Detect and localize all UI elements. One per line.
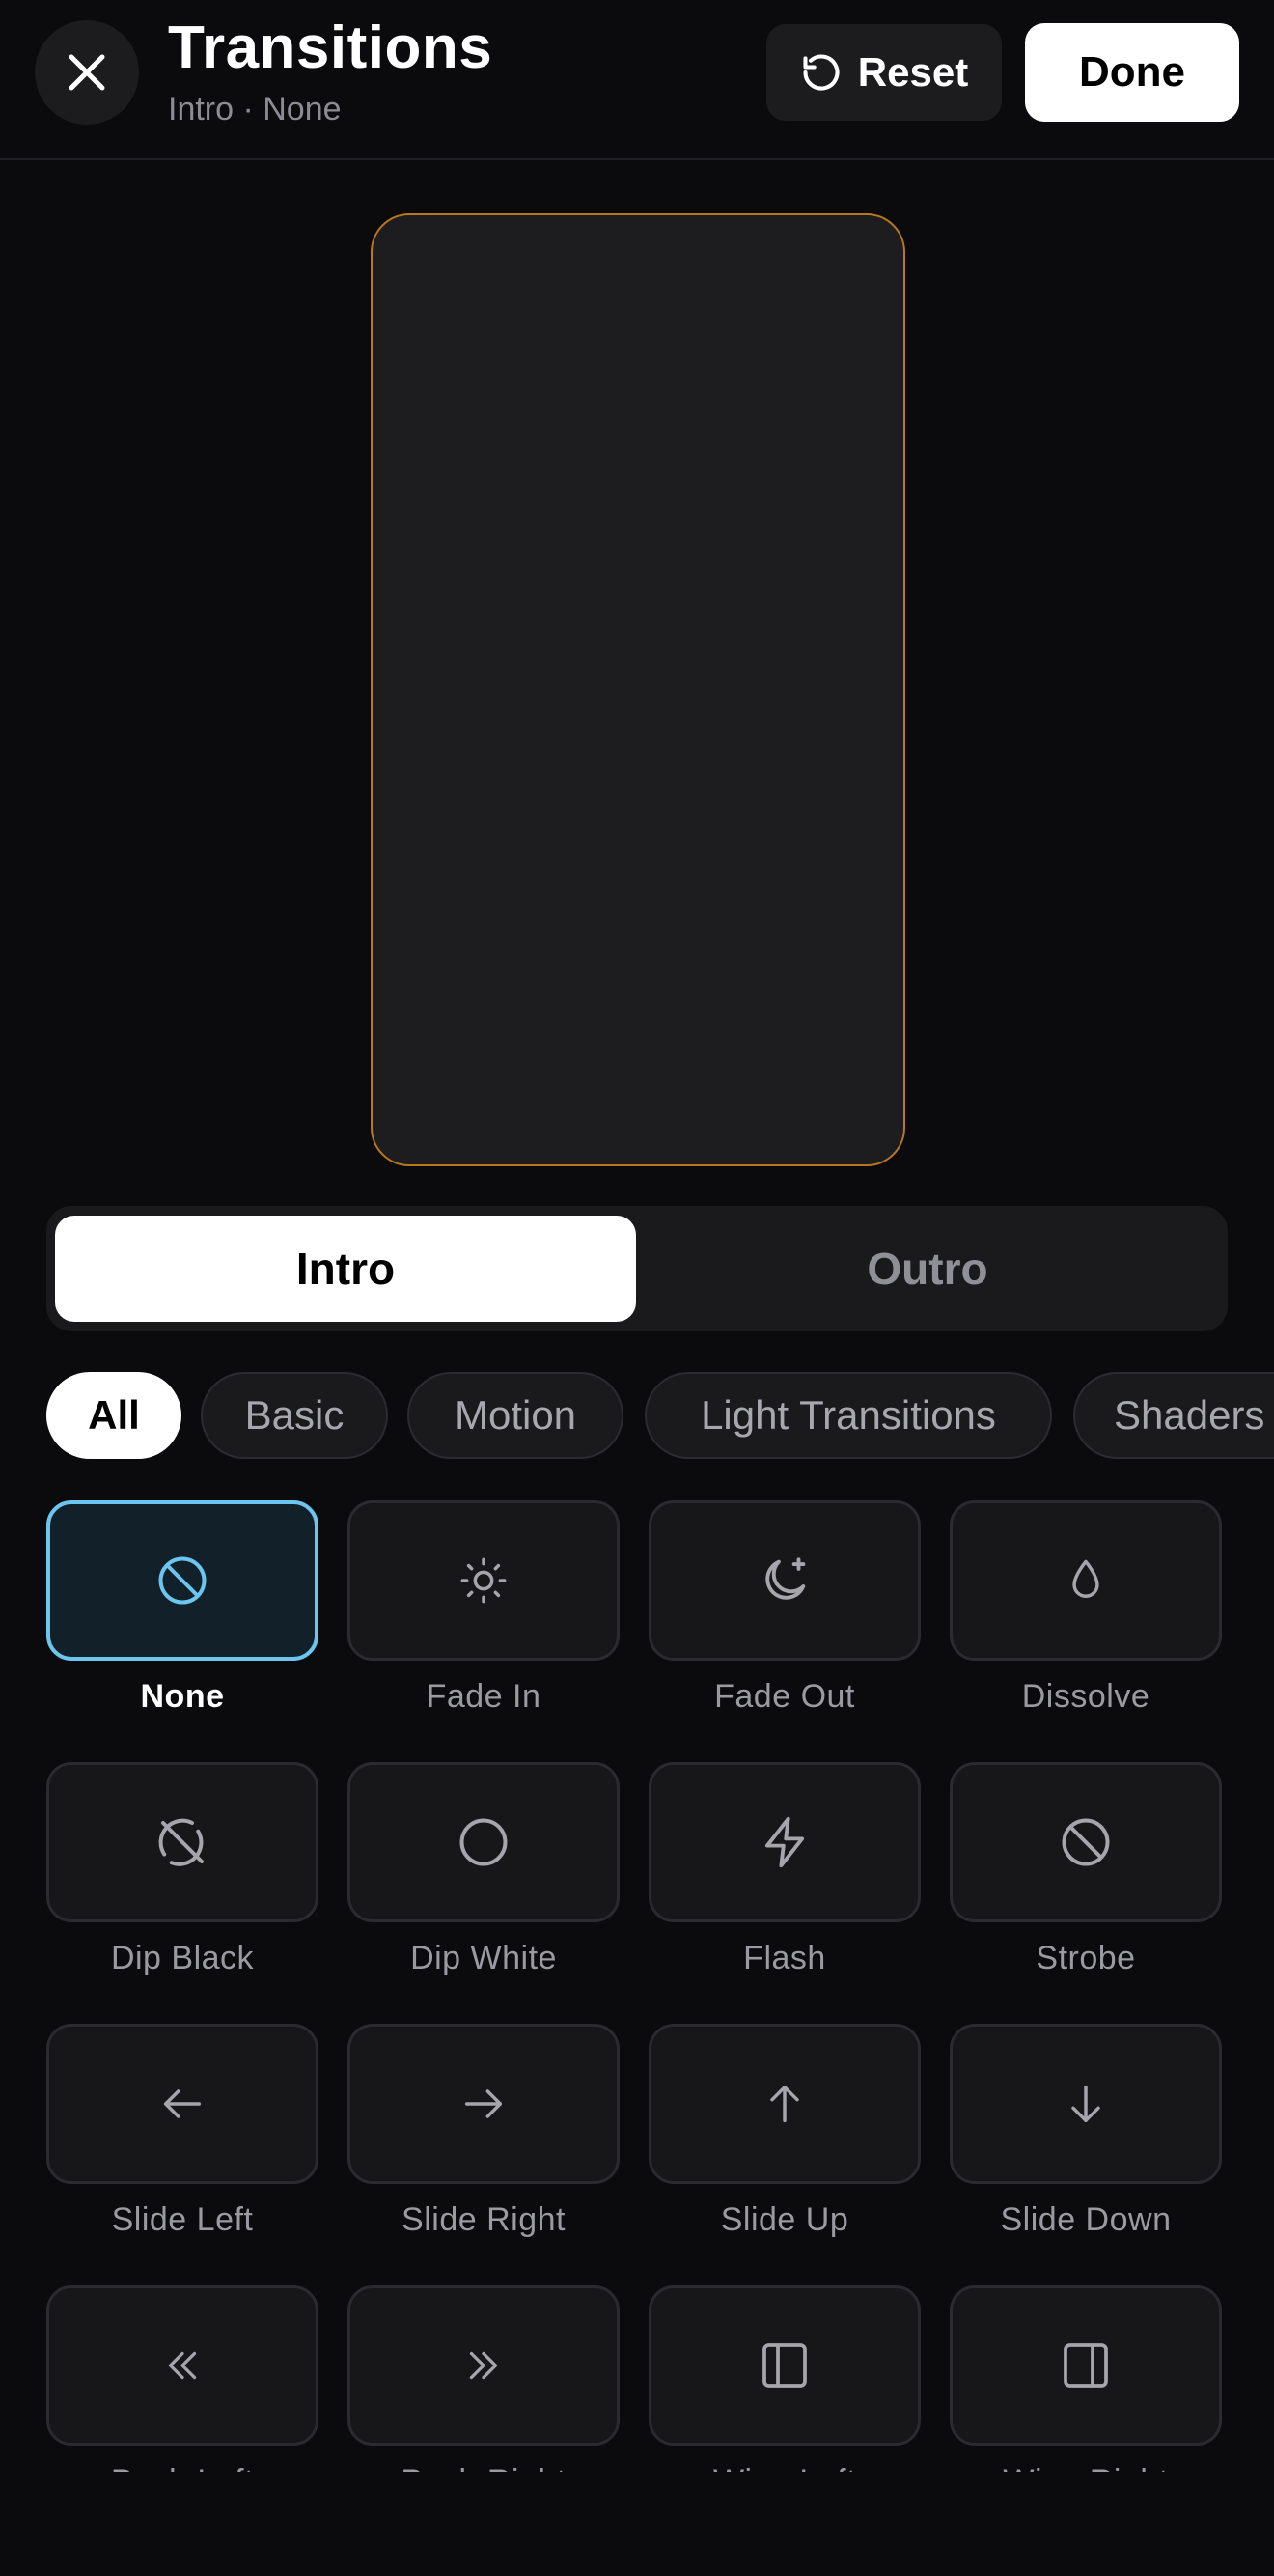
tile-label: Slide Up: [720, 2201, 849, 2238]
transition-grid: None Fade In Fade Out Dissolve Dip Black…: [46, 1500, 1228, 2472]
tile-box: [46, 1500, 318, 1661]
transition-dip-white[interactable]: Dip White: [347, 1762, 620, 1977]
tile-box: [46, 2024, 318, 2184]
chip-motion[interactable]: Motion: [407, 1372, 623, 1459]
reset-icon: [803, 54, 840, 91]
tile-box: [46, 2285, 318, 2446]
tile-label: Dip Black: [110, 1940, 255, 1976]
panel-left-icon: [762, 2343, 807, 2388]
tile-box: [649, 1762, 921, 1922]
arrow-down-icon: [1071, 2085, 1100, 2123]
tile-box: [649, 1500, 921, 1661]
tile-label: Slide Left: [111, 2201, 254, 2238]
segment-outro[interactable]: Outro: [637, 1216, 1218, 1322]
tile-label: Wipe Right: [950, 2463, 1222, 2472]
tile-box: [347, 1500, 620, 1661]
header-bar: Transitions Intro · None Reset Done: [0, 0, 1274, 160]
close-button[interactable]: [35, 20, 139, 125]
transition-strobe[interactable]: Strobe: [950, 1762, 1222, 1977]
segment-intro[interactable]: Intro: [55, 1216, 636, 1322]
ban-icon: [1062, 1818, 1110, 1866]
chip-light-transitions[interactable]: Light Transitions: [645, 1372, 1052, 1459]
tile-label: Push Right: [347, 2463, 620, 2472]
no-symbol-icon: [158, 1556, 207, 1605]
tile-box: [950, 2285, 1222, 2446]
tile-box: [46, 1762, 318, 1922]
tile-label: None: [140, 1678, 225, 1715]
page-subtitle: Intro · None: [168, 91, 342, 127]
tile-box: [347, 2285, 620, 2446]
close-icon: [69, 54, 105, 91]
arrow-up-icon: [770, 2085, 799, 2123]
tile-box: [950, 2024, 1222, 2184]
transition-fade-out[interactable]: Fade Out: [649, 1500, 921, 1716]
arrow-right-icon: [464, 2089, 503, 2118]
arrow-left-icon: [163, 2089, 202, 2118]
chip-all[interactable]: All: [46, 1372, 181, 1459]
transition-dissolve[interactable]: Dissolve: [950, 1500, 1222, 1716]
moon-star-icon: [765, 1557, 806, 1600]
tile-label: Dissolve: [1021, 1678, 1150, 1715]
droplet-icon: [1072, 1559, 1099, 1598]
chevrons-left-icon: [168, 2351, 197, 2380]
tile-label: Strobe: [1036, 1940, 1136, 1976]
tile-box: [649, 2285, 921, 2446]
transition-slide-up[interactable]: Slide Up: [649, 2024, 921, 2239]
tile-box: [347, 2024, 620, 2184]
tile-label: Fade In: [426, 1678, 541, 1715]
transition-push-right[interactable]: Push Right: [347, 2285, 620, 2472]
reset-button[interactable]: Reset: [766, 24, 1002, 121]
transition-slide-left[interactable]: Slide Left: [46, 2024, 318, 2239]
transition-slide-right[interactable]: Slide Right: [347, 2024, 620, 2239]
tile-box: [950, 1500, 1222, 1661]
transition-wipe-left[interactable]: Wipe Left: [649, 2285, 921, 2472]
tile-label: Push Left: [46, 2463, 318, 2472]
chip-basic[interactable]: Basic: [201, 1372, 388, 1459]
page-title: Transitions: [168, 14, 493, 81]
panel-right-icon: [1064, 2343, 1108, 2388]
transition-none[interactable]: None: [46, 1500, 318, 1716]
transitions-screen: Transitions Intro · None Reset Done Intr…: [0, 0, 1274, 2576]
chip-shaders[interactable]: Shaders: [1073, 1372, 1274, 1459]
category-chips: All Basic Motion Light Transitions Shade…: [46, 1372, 1274, 1461]
transition-push-left[interactable]: Push Left: [46, 2285, 318, 2472]
reset-label: Reset: [857, 49, 969, 95]
sun-icon: [460, 1557, 507, 1604]
intro-outro-segmented-control: Intro Outro: [46, 1206, 1228, 1331]
tile-label: Dip White: [410, 1940, 557, 1976]
transition-dip-black[interactable]: Dip Black: [46, 1762, 318, 1977]
lightning-icon: [764, 1816, 805, 1868]
tile-label: Fade Out: [714, 1678, 855, 1715]
preview-canvas: [371, 213, 905, 1166]
transition-flash[interactable]: Flash: [649, 1762, 921, 1977]
tile-label: Slide Right: [402, 2201, 566, 2238]
circle-icon: [459, 1818, 508, 1866]
chevrons-right-icon: [469, 2351, 498, 2380]
transition-slide-down[interactable]: Slide Down: [950, 2024, 1222, 2239]
tile-label: Wipe Left: [649, 2463, 921, 2472]
tile-box: [649, 2024, 921, 2184]
tile-box: [347, 1762, 620, 1922]
tile-label: Flash: [743, 1940, 826, 1976]
transition-fade-in[interactable]: Fade In: [347, 1500, 620, 1716]
tile-box: [950, 1762, 1222, 1922]
transition-wipe-right[interactable]: Wipe Right: [950, 2285, 1222, 2472]
done-button[interactable]: Done: [1025, 23, 1239, 122]
tile-label: Slide Down: [1000, 2201, 1172, 2238]
circle-off-icon: [158, 1818, 204, 1866]
